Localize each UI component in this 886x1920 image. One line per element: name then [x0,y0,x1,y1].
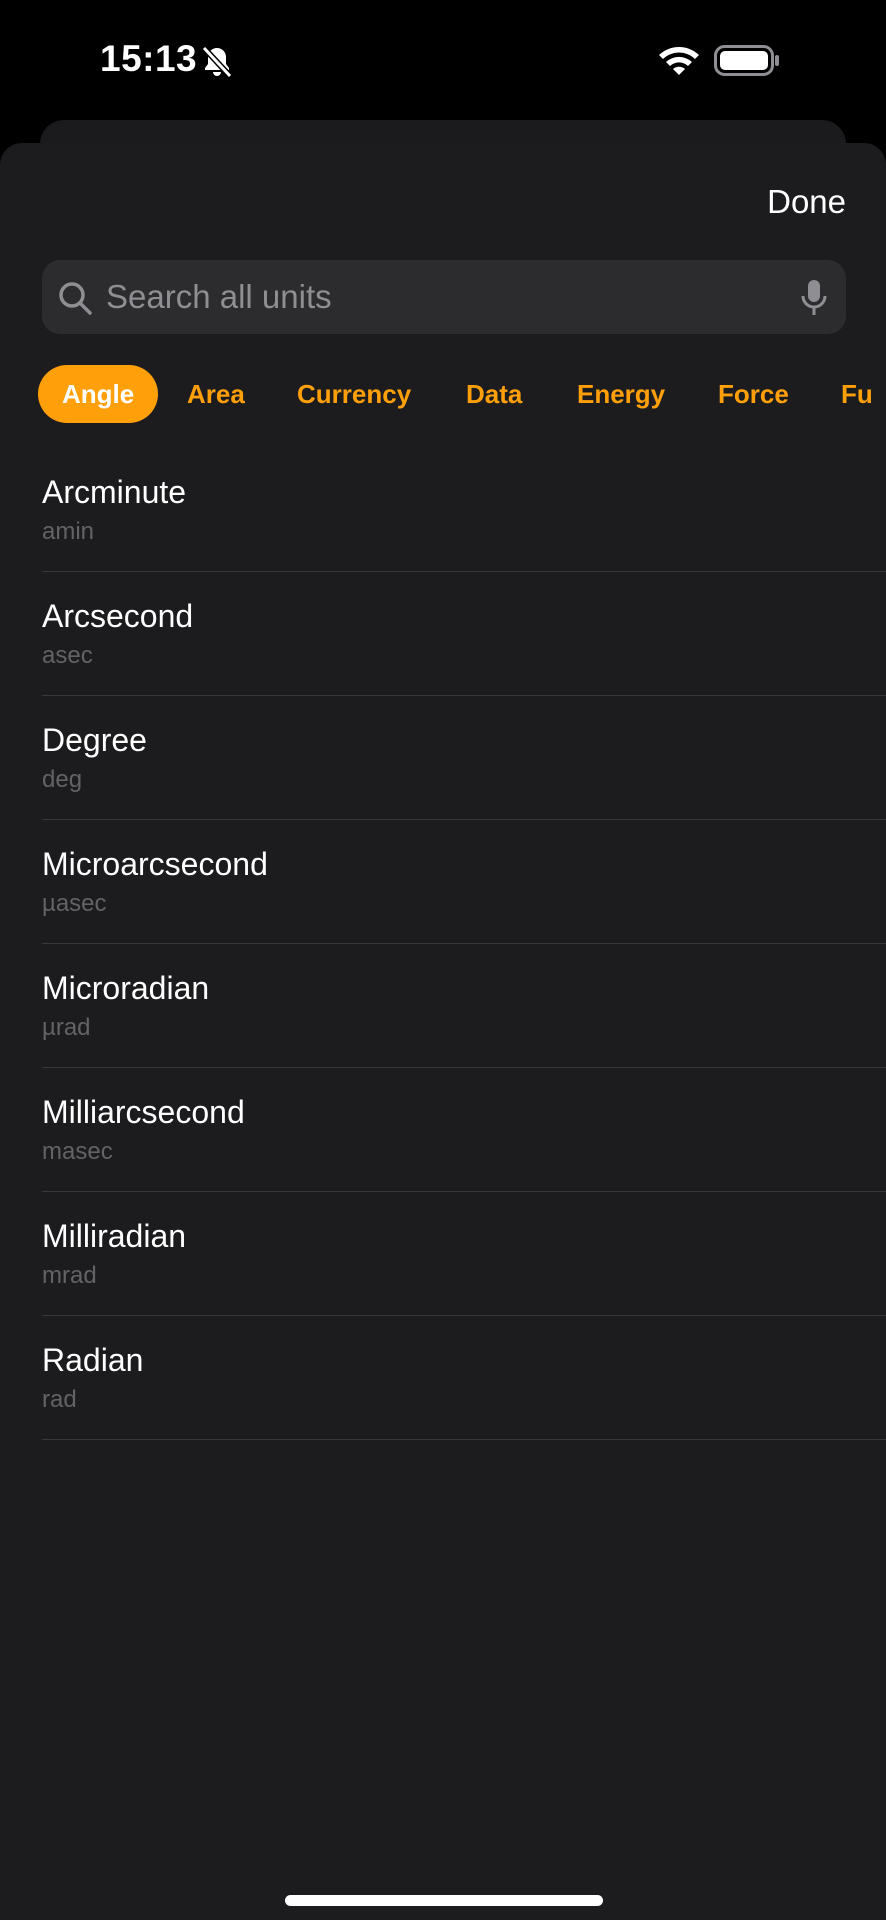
unit-row-arcsecond[interactable]: Arcsecond asec [42,572,886,696]
unit-name: Arcsecond [42,598,194,634]
screen: 15:13 Done Search all units Angle Area C… [0,0,886,1920]
bell-slash-icon [201,45,233,79]
search-bar[interactable] [42,260,846,334]
wifi-icon [659,47,699,75]
category-tab-force[interactable]: Force [694,365,813,423]
unit-row-microarcsecond[interactable]: Microarcsecond µasec [42,820,886,944]
unit-abbreviation: rad [42,1386,77,1413]
search-input[interactable] [106,260,786,334]
home-indicator[interactable] [285,1895,603,1906]
unit-abbreviation: µrad [42,1014,91,1041]
unit-row-arcminute[interactable]: Arcminute amin [42,448,886,572]
unit-abbreviation: mrad [42,1262,97,1289]
unit-list: Arcminute amin Arcsecond asec Degree deg… [0,448,886,1440]
category-tab-energy[interactable]: Energy [553,365,689,423]
unit-abbreviation: asec [42,642,93,669]
unit-abbreviation: deg [42,766,83,793]
unit-abbreviation: amin [42,518,95,545]
unit-name: Milliradian [42,1218,187,1254]
unit-picker-sheet: Done Angle Area Currency Data Energy For… [0,143,886,1920]
unit-row-milliarcsecond[interactable]: Milliarcsecond masec [42,1068,886,1192]
category-tab-partial[interactable]: Fu [817,365,886,423]
category-tab-currency[interactable]: Currency [273,365,435,423]
status-bar: 15:13 [0,0,886,120]
unit-row-degree[interactable]: Degree deg [42,696,886,820]
unit-abbreviation: µasec [42,890,107,917]
battery-icon [714,45,779,76]
category-tab-angle[interactable]: Angle [38,365,159,423]
unit-name: Degree [42,722,147,758]
unit-row-microradian[interactable]: Microradian µrad [42,944,886,1068]
category-tab-data[interactable]: Data [442,365,546,423]
unit-name: Arcminute [42,474,187,510]
done-button[interactable]: Done [767,183,846,221]
unit-abbreviation: masec [42,1138,113,1165]
category-tabs: Angle Area Currency Data Energy Force Fu [0,365,886,427]
search-icon [59,282,92,315]
microphone-icon[interactable] [800,278,828,318]
category-tab-area[interactable]: Area [163,365,269,423]
unit-name: Microradian [42,970,210,1006]
unit-name: Milliarcsecond [42,1094,245,1130]
status-time: 15:13 [100,38,198,79]
unit-row-milliradian[interactable]: Milliradian mrad [42,1192,886,1316]
unit-name: Radian [42,1342,144,1378]
unit-name: Microarcsecond [42,846,268,882]
unit-row-radian[interactable]: Radian rad [42,1316,886,1440]
